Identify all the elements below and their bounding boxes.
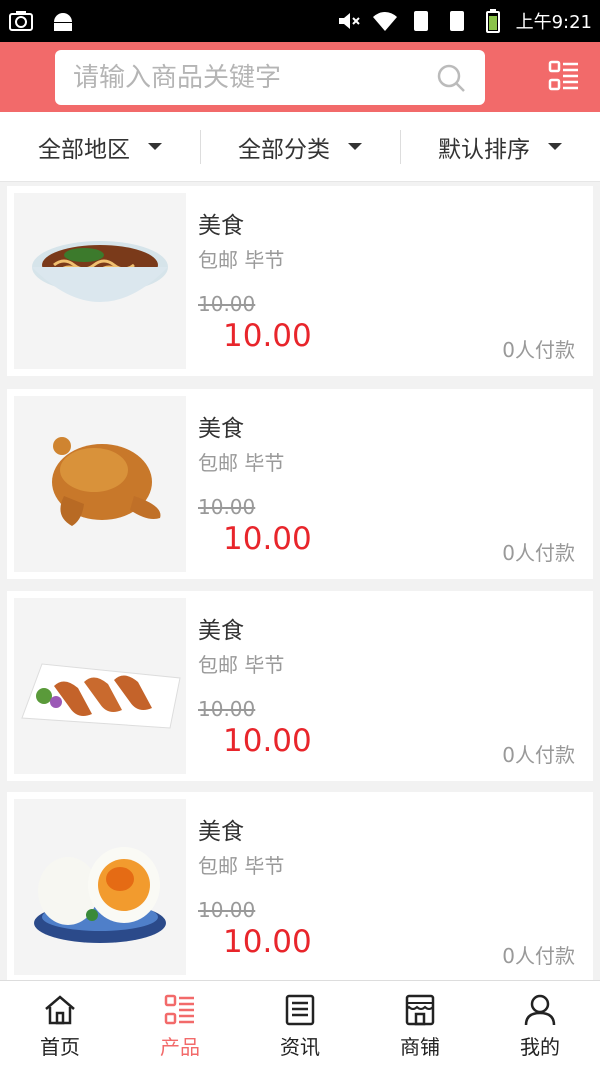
product-price: 10.00 bbox=[223, 723, 312, 759]
product-title: 美食 bbox=[198, 213, 244, 239]
tab-news-label: 资讯 bbox=[280, 1035, 320, 1059]
product-price: 10.00 bbox=[223, 318, 312, 354]
filter-category[interactable]: 全部分类 bbox=[200, 112, 400, 181]
product-card[interactable]: 美食 包邮 毕节 10.00 10.00 0人付款 bbox=[7, 389, 593, 579]
mute-icon bbox=[338, 13, 360, 29]
product-card[interactable]: 美食 包邮 毕节 10.00 10.00 0人付款 bbox=[7, 186, 593, 376]
product-subtitle: 包邮 毕节 bbox=[198, 854, 285, 878]
search-icon[interactable] bbox=[435, 62, 467, 94]
product-card[interactable]: 美食 包邮 毕节 10.00 10.00 0人付款 bbox=[7, 792, 593, 982]
tab-news[interactable]: 资讯 bbox=[240, 981, 360, 1067]
dropdown-arrow-icon bbox=[548, 143, 562, 150]
filter-region[interactable]: 全部地区 bbox=[0, 112, 200, 181]
product-paid-count: 0人付款 bbox=[502, 541, 575, 565]
product-original-price: 10.00 bbox=[198, 292, 256, 316]
sim2-icon bbox=[449, 11, 464, 31]
dropdown-arrow-icon bbox=[148, 143, 162, 150]
tab-products[interactable]: 产品 bbox=[120, 981, 240, 1067]
search-input[interactable] bbox=[73, 50, 433, 105]
product-price: 10.00 bbox=[223, 924, 312, 960]
filter-sort-label: 默认排序 bbox=[438, 136, 530, 163]
product-paid-count: 0人付款 bbox=[502, 338, 575, 362]
tab-products-label: 产品 bbox=[160, 1035, 200, 1059]
home-icon bbox=[45, 995, 75, 1025]
product-paid-count: 0人付款 bbox=[502, 743, 575, 767]
product-paid-count: 0人付款 bbox=[502, 944, 575, 968]
camera-icon bbox=[9, 11, 33, 31]
product-title: 美食 bbox=[198, 416, 244, 442]
news-icon bbox=[285, 994, 315, 1026]
product-price: 10.00 bbox=[223, 521, 312, 557]
product-image-roast-chicken[interactable] bbox=[14, 396, 186, 572]
product-image-salted-eggs[interactable] bbox=[14, 799, 186, 975]
search-box[interactable] bbox=[55, 50, 485, 105]
product-card[interactable]: 美食 包邮 毕节 10.00 10.00 0人付款 bbox=[7, 591, 593, 781]
tab-shop-label: 商铺 bbox=[400, 1035, 440, 1059]
wifi-icon bbox=[372, 12, 397, 32]
header bbox=[0, 42, 600, 112]
shop-icon bbox=[405, 994, 435, 1026]
user-icon bbox=[524, 994, 556, 1026]
product-title: 美食 bbox=[198, 819, 244, 845]
tab-shop[interactable]: 商铺 bbox=[360, 981, 480, 1067]
product-image-noodle-bowl[interactable] bbox=[14, 193, 186, 369]
tab-mine-label: 我的 bbox=[520, 1035, 560, 1059]
status-time: 上午9:21 bbox=[515, 12, 592, 33]
filter-category-label: 全部分类 bbox=[238, 136, 330, 163]
sim1-icon bbox=[413, 11, 428, 31]
android-icon bbox=[54, 13, 72, 31]
product-original-price: 10.00 bbox=[198, 697, 256, 721]
product-subtitle: 包邮 毕节 bbox=[198, 653, 285, 677]
bottom-tab-bar: 首页 产品 资讯 商铺 我的 bbox=[0, 980, 600, 1067]
dropdown-arrow-icon bbox=[348, 143, 362, 150]
filter-sort[interactable]: 默认排序 bbox=[400, 112, 600, 181]
status-bar: 上午9:21 bbox=[0, 0, 600, 42]
product-list-icon bbox=[164, 994, 194, 1025]
product-original-price: 10.00 bbox=[198, 898, 256, 922]
filter-bar: 全部地区 全部分类 默认排序 bbox=[0, 112, 600, 182]
battery-icon bbox=[485, 9, 500, 33]
category-list-icon[interactable] bbox=[548, 60, 580, 92]
tab-home[interactable]: 首页 bbox=[0, 981, 120, 1067]
product-subtitle: 包邮 毕节 bbox=[198, 248, 285, 272]
product-subtitle: 包邮 毕节 bbox=[198, 451, 285, 475]
product-original-price: 10.00 bbox=[198, 495, 256, 519]
tab-home-label: 首页 bbox=[40, 1035, 80, 1059]
product-image-grilled-skewers[interactable] bbox=[14, 598, 186, 774]
product-title: 美食 bbox=[198, 618, 244, 644]
tab-mine[interactable]: 我的 bbox=[480, 981, 600, 1067]
filter-region-label: 全部地区 bbox=[38, 136, 130, 163]
